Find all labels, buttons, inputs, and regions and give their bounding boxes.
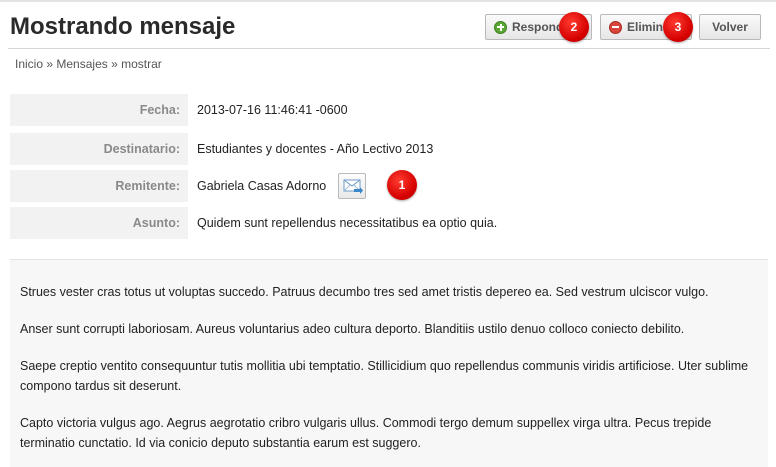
message-paragraph: Capto victoria vulgus ago. Aegrus aegrot… bbox=[20, 416, 712, 450]
breadcrumb-current: mostrar bbox=[121, 57, 162, 71]
mail-icon bbox=[343, 179, 363, 194]
asunto-label: Asunto: bbox=[10, 207, 188, 239]
top-border bbox=[0, 0, 776, 2]
asunto-value: Quidem sunt repellendus necessitatibus e… bbox=[197, 216, 498, 230]
send-message-button[interactable] bbox=[338, 173, 366, 199]
detail-row-asunto: Asunto: Quidem sunt repellendus necessit… bbox=[10, 207, 768, 239]
destinatario-label: Destinatario: bbox=[10, 133, 188, 165]
breadcrumb-separator: » bbox=[46, 57, 54, 71]
remove-icon bbox=[609, 20, 622, 34]
remitente-label: Remitente: bbox=[10, 170, 188, 202]
remitente-value: Gabriela Casas Adorno bbox=[197, 179, 327, 193]
back-button-label: Volver bbox=[712, 20, 748, 34]
message-paragraph: Saepe creptio ventito consequuntur tutis… bbox=[20, 359, 749, 393]
breadcrumb-separator: » bbox=[111, 57, 118, 71]
breadcrumb-home[interactable]: Inicio bbox=[15, 57, 43, 71]
header-divider bbox=[8, 48, 770, 49]
breadcrumb-messages[interactable]: Mensajes bbox=[56, 57, 107, 71]
message-paragraph: Anser sunt corrupti laboriosam. Aureus v… bbox=[20, 322, 685, 336]
message-body: Strues vester cras totus ut voluptas suc… bbox=[10, 259, 768, 467]
destinatario-value: Estudiantes y docentes - Año Lectivo 201… bbox=[197, 142, 434, 156]
annotation-badge-1: 1 bbox=[387, 170, 417, 200]
add-icon bbox=[494, 20, 507, 34]
detail-row-fecha: Fecha: 2013-07-16 11:46:41 -0600 bbox=[10, 94, 768, 126]
annotation-badge-3: 3 bbox=[663, 12, 693, 42]
detail-row-destinatario: Destinatario: Estudiantes y docentes - A… bbox=[10, 133, 768, 165]
breadcrumb: Inicio » Mensajes » mostrar bbox=[15, 57, 162, 71]
back-button[interactable]: Volver bbox=[699, 14, 761, 40]
fecha-label: Fecha: bbox=[10, 94, 188, 126]
annotation-badge-2: 2 bbox=[559, 12, 589, 42]
fecha-value: 2013-07-16 11:46:41 -0600 bbox=[197, 103, 348, 117]
page-title: Mostrando mensaje bbox=[10, 13, 236, 40]
message-paragraph: Strues vester cras totus ut voluptas suc… bbox=[20, 285, 709, 299]
